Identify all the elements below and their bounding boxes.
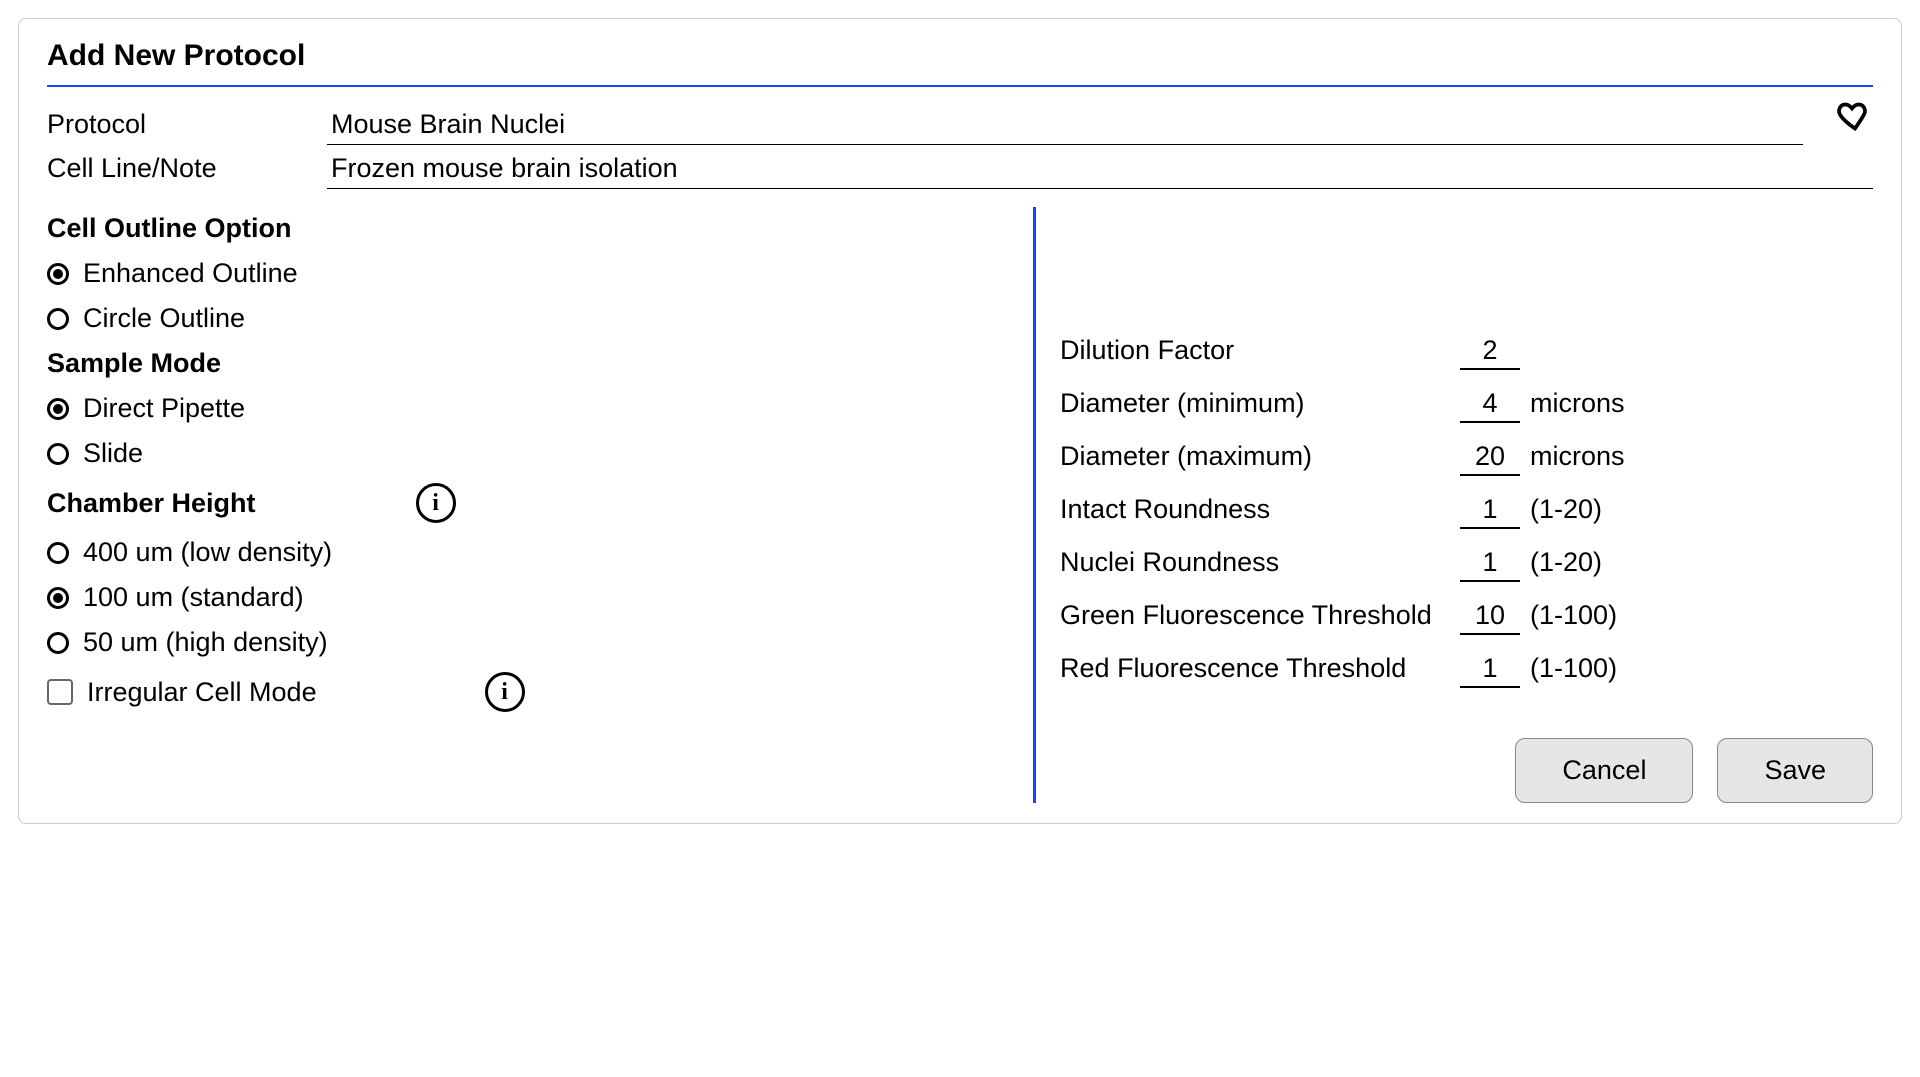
outline-heading: Cell Outline Option — [47, 213, 1009, 244]
param-unit: microns — [1530, 441, 1625, 472]
param-label: Dilution Factor — [1060, 335, 1450, 366]
dilution-input[interactable] — [1460, 335, 1520, 370]
radio-label: 50 um (high density) — [83, 627, 328, 658]
radio-chamber-100[interactable]: 100 um (standard) — [47, 582, 1009, 613]
param-unit: (1-100) — [1530, 600, 1617, 631]
radio-icon — [47, 542, 69, 564]
button-row: Cancel Save — [1060, 738, 1873, 803]
param-label: Nuclei Roundness — [1060, 547, 1450, 578]
left-column: Cell Outline Option Enhanced Outline Cir… — [47, 207, 1033, 803]
param-unit: (1-20) — [1530, 547, 1602, 578]
param-intact-roundness: Intact Roundness (1-20) — [1060, 494, 1873, 529]
param-unit: (1-20) — [1530, 494, 1602, 525]
param-green-threshold: Green Fluorescence Threshold (1-100) — [1060, 600, 1873, 635]
protocol-label: Protocol — [47, 109, 307, 140]
add-protocol-dialog: Add New Protocol Protocol Cell Line/Note… — [18, 18, 1902, 824]
intact-roundness-input[interactable] — [1460, 494, 1520, 529]
radio-direct-pipette[interactable]: Direct Pipette — [47, 393, 1009, 424]
green-threshold-input[interactable] — [1460, 600, 1520, 635]
radio-enhanced-outline[interactable]: Enhanced Outline — [47, 258, 1009, 289]
save-button[interactable]: Save — [1717, 738, 1873, 803]
diameter-min-input[interactable] — [1460, 388, 1520, 423]
protocol-input[interactable] — [327, 105, 1803, 145]
irregular-cell-row: Irregular Cell Mode i — [47, 672, 1009, 712]
title-divider — [47, 85, 1873, 87]
radio-icon — [47, 263, 69, 285]
radio-chamber-50[interactable]: 50 um (high density) — [47, 627, 1009, 658]
irregular-label: Irregular Cell Mode — [87, 677, 317, 708]
radio-icon — [47, 632, 69, 654]
param-red-threshold: Red Fluorescence Threshold (1-100) — [1060, 653, 1873, 688]
param-diameter-min: Diameter (minimum) microns — [1060, 388, 1873, 423]
cancel-button[interactable]: Cancel — [1515, 738, 1693, 803]
radio-slide[interactable]: Slide — [47, 438, 1009, 469]
param-label: Red Fluorescence Threshold — [1060, 653, 1450, 684]
radio-label: Enhanced Outline — [83, 258, 298, 289]
param-label: Intact Roundness — [1060, 494, 1450, 525]
param-unit: microns — [1530, 388, 1625, 419]
radio-chamber-400[interactable]: 400 um (low density) — [47, 537, 1009, 568]
radio-circle-outline[interactable]: Circle Outline — [47, 303, 1009, 334]
param-dilution: Dilution Factor — [1060, 335, 1873, 370]
radio-label: Direct Pipette — [83, 393, 245, 424]
cellline-input[interactable] — [327, 149, 1873, 189]
radio-label: 100 um (standard) — [83, 582, 304, 613]
nuclei-roundness-input[interactable] — [1460, 547, 1520, 582]
chamber-heading-row: Chamber Height i — [47, 483, 1009, 523]
protocol-field-row: Protocol — [47, 97, 1873, 145]
radio-label: Circle Outline — [83, 303, 245, 334]
right-column: Dilution Factor Diameter (minimum) micro… — [1033, 207, 1873, 803]
info-icon[interactable]: i — [416, 483, 456, 523]
cellline-field-row: Cell Line/Note — [47, 149, 1873, 189]
param-label: Diameter (minimum) — [1060, 388, 1450, 419]
red-threshold-input[interactable] — [1460, 653, 1520, 688]
param-label: Diameter (maximum) — [1060, 441, 1450, 472]
cellline-label: Cell Line/Note — [47, 153, 307, 184]
favorite-icon[interactable] — [1837, 97, 1873, 133]
diameter-max-input[interactable] — [1460, 441, 1520, 476]
dialog-title: Add New Protocol — [47, 39, 1873, 73]
radio-label: Slide — [83, 438, 143, 469]
irregular-checkbox[interactable] — [47, 679, 73, 705]
chamber-heading: Chamber Height — [47, 488, 256, 519]
info-icon[interactable]: i — [485, 672, 525, 712]
sample-mode-heading: Sample Mode — [47, 348, 1009, 379]
radio-label: 400 um (low density) — [83, 537, 332, 568]
param-unit: (1-100) — [1530, 653, 1617, 684]
param-label: Green Fluorescence Threshold — [1060, 600, 1450, 631]
param-diameter-max: Diameter (maximum) microns — [1060, 441, 1873, 476]
radio-icon — [47, 587, 69, 609]
radio-icon — [47, 308, 69, 330]
radio-icon — [47, 443, 69, 465]
radio-icon — [47, 398, 69, 420]
param-nuclei-roundness: Nuclei Roundness (1-20) — [1060, 547, 1873, 582]
